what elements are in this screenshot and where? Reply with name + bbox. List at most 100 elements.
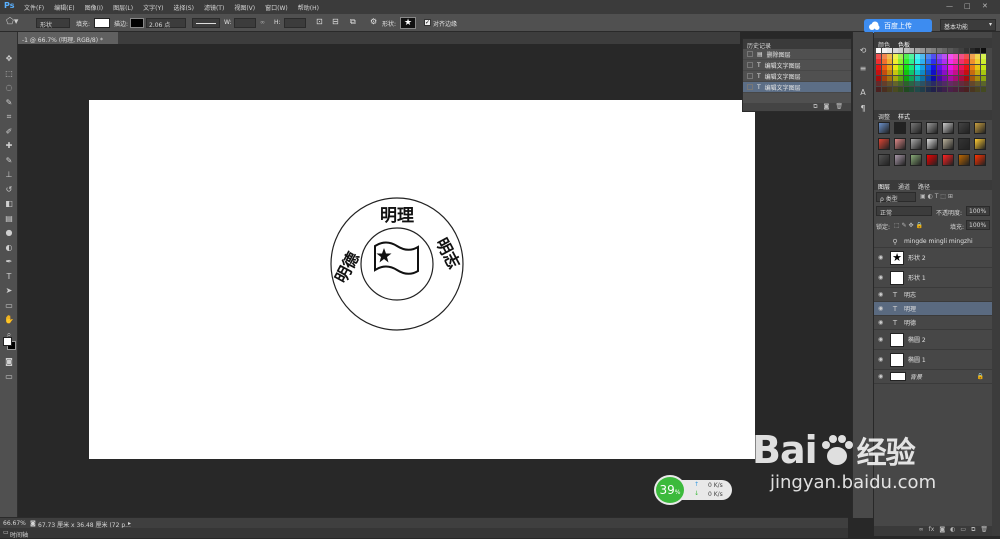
- color-swatch[interactable]: [892, 59, 898, 64]
- shape-tool-preset-icon[interactable]: ⬠▾: [6, 17, 24, 29]
- opacity-input[interactable]: 100%: [966, 206, 990, 216]
- color-swatch[interactable]: [892, 86, 898, 92]
- color-swatch[interactable]: [898, 64, 903, 70]
- color-swatch[interactable]: [969, 86, 975, 92]
- quick-select-icon[interactable]: ✎: [3, 98, 15, 108]
- color-swatch[interactable]: [914, 48, 920, 53]
- eye-icon[interactable]: ◉: [878, 291, 886, 298]
- menu-item-2[interactable]: 图像(I): [85, 3, 103, 12]
- fx-icon[interactable]: fx: [929, 526, 935, 536]
- history-state-checkbox[interactable]: [747, 84, 753, 90]
- color-swatch[interactable]: [980, 81, 986, 86]
- doc-info-icon[interactable]: ◙: [30, 520, 36, 527]
- history-icon[interactable]: ⟲: [857, 46, 869, 56]
- character-icon[interactable]: A: [857, 88, 869, 98]
- stroke-width-input[interactable]: 2.06 点: [146, 18, 186, 29]
- style-preset[interactable]: [942, 122, 954, 134]
- color-swatch[interactable]: [980, 48, 986, 53]
- color-swatch[interactable]: [936, 75, 942, 81]
- foreground-color[interactable]: [3, 337, 12, 346]
- color-swatch[interactable]: [887, 48, 892, 53]
- menu-item-1[interactable]: 编辑(E): [54, 3, 74, 12]
- color-swatch[interactable]: [925, 81, 931, 86]
- color-swatch[interactable]: [942, 75, 947, 81]
- color-swatch[interactable]: [958, 70, 964, 75]
- color-swatch[interactable]: [909, 86, 914, 92]
- color-swatch[interactable]: [909, 81, 914, 86]
- stroke-type-select[interactable]: [192, 18, 220, 28]
- color-swatch[interactable]: [876, 53, 881, 59]
- color-swatch[interactable]: [931, 48, 936, 53]
- adjust-icon[interactable]: ≡: [857, 64, 869, 74]
- color-swatch[interactable]: [980, 70, 986, 75]
- marquee-tool-icon[interactable]: ⬚: [3, 69, 15, 79]
- color-swatch[interactable]: [969, 81, 975, 86]
- color-swatch[interactable]: [887, 75, 892, 81]
- right-panel-scrollbar[interactable]: [992, 32, 1000, 536]
- style-preset[interactable]: [910, 154, 922, 166]
- path-align-icon[interactable]: ⊟: [332, 17, 339, 26]
- color-swatch[interactable]: [920, 86, 925, 92]
- layer-row[interactable]: ◉ 背景 🔒: [874, 370, 992, 384]
- color-swatch[interactable]: [936, 53, 942, 59]
- color-swatch[interactable]: [953, 86, 958, 92]
- dodge-tool-icon[interactable]: ◐: [3, 243, 15, 253]
- color-swatch[interactable]: [892, 81, 898, 86]
- color-swatch[interactable]: [953, 81, 958, 86]
- color-swatch[interactable]: [931, 86, 936, 92]
- lasso-tool-icon[interactable]: ◌: [3, 83, 15, 93]
- color-swatch[interactable]: [931, 81, 936, 86]
- trash-icon[interactable]: 🗑: [980, 526, 988, 536]
- layer-row[interactable]: ⚲ mingde mingli mingzhi: [874, 236, 992, 248]
- folder-icon[interactable]: ▭: [960, 526, 966, 536]
- color-swatch[interactable]: [898, 86, 903, 92]
- style-preset[interactable]: [958, 122, 970, 134]
- menu-item-0[interactable]: 文件(F): [24, 3, 44, 12]
- color-swatch[interactable]: [892, 53, 898, 59]
- color-swatch[interactable]: [881, 48, 887, 53]
- color-swatch[interactable]: [909, 48, 914, 53]
- screen-mode-icon[interactable]: ▭: [3, 372, 15, 382]
- style-preset[interactable]: [910, 138, 922, 150]
- color-swatch[interactable]: [925, 48, 931, 53]
- color-swatch[interactable]: [975, 53, 980, 59]
- color-swatch[interactable]: [903, 59, 909, 64]
- history-state-checkbox[interactable]: [747, 51, 753, 57]
- color-swatch[interactable]: [953, 75, 958, 81]
- menu-item-3[interactable]: 图层(L): [113, 3, 133, 12]
- layer-row[interactable]: ◉ 椭圆 1: [874, 350, 992, 370]
- path-arrange-icon[interactable]: ⧉: [350, 17, 356, 27]
- style-preset[interactable]: [974, 138, 986, 150]
- color-swatch[interactable]: [914, 86, 920, 92]
- eye-icon[interactable]: ◉: [878, 336, 886, 343]
- eye-icon[interactable]: ◉: [878, 319, 886, 326]
- tab-paths[interactable]: 路径: [918, 182, 930, 191]
- color-swatch[interactable]: [881, 75, 887, 81]
- stroke-swatch[interactable]: [130, 18, 144, 28]
- color-swatch[interactable]: [953, 64, 958, 70]
- blur-tool-icon[interactable]: ●: [3, 228, 15, 238]
- layer-row[interactable]: ◉ T 明理: [874, 302, 992, 316]
- style-preset[interactable]: [926, 154, 938, 166]
- history-item[interactable]: T 编辑文字图层: [743, 71, 851, 82]
- swatch-grid[interactable]: [876, 48, 988, 94]
- color-swatch[interactable]: [942, 70, 947, 75]
- crop-tool-icon[interactable]: ⌗: [3, 112, 15, 122]
- color-swatch[interactable]: [903, 70, 909, 75]
- baidu-upload-button[interactable]: 百度上传: [864, 19, 932, 33]
- color-swatch[interactable]: [964, 53, 969, 59]
- menu-item-7[interactable]: 视图(V): [234, 3, 255, 12]
- color-swatch[interactable]: [964, 86, 969, 92]
- color-swatch[interactable]: [936, 59, 942, 64]
- color-swatch[interactable]: [969, 75, 975, 81]
- color-swatch[interactable]: [920, 81, 925, 86]
- style-preset[interactable]: [894, 122, 906, 134]
- timeline-icon[interactable]: ▭: [3, 529, 9, 536]
- color-swatch[interactable]: [903, 64, 909, 70]
- style-preset[interactable]: [878, 154, 890, 166]
- maximize-icon[interactable]: □: [964, 2, 971, 10]
- style-preset[interactable]: [942, 154, 954, 166]
- color-swatch[interactable]: [975, 81, 980, 86]
- workspace-select[interactable]: 基本功能 ▾: [940, 19, 996, 31]
- color-swatch[interactable]: [914, 81, 920, 86]
